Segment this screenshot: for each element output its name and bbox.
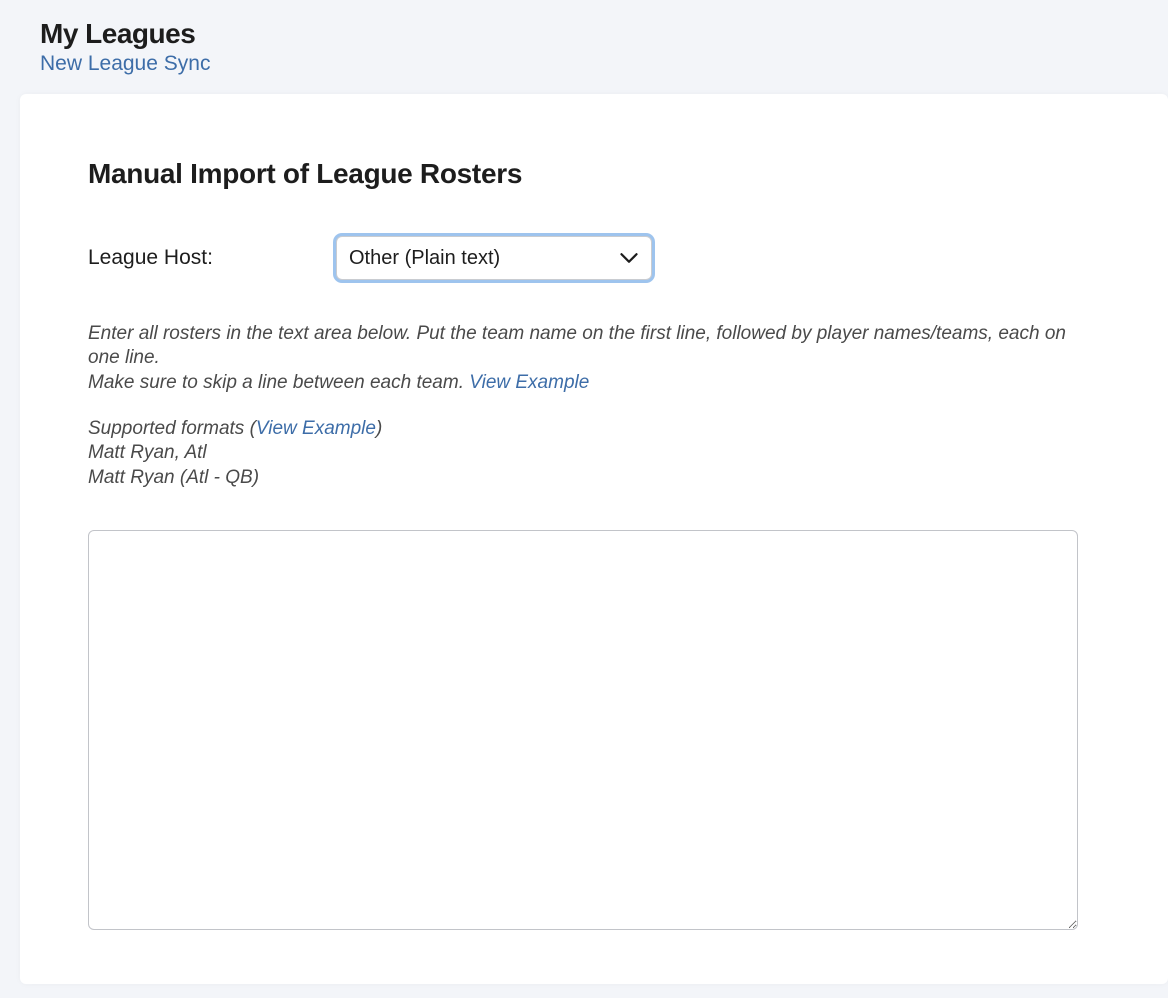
instructions-paragraph-2: Supported formats (View Example) Matt Ry… — [88, 417, 1100, 490]
league-host-label: League Host: — [88, 246, 336, 270]
page-header: My Leagues New League Sync — [0, 0, 1168, 86]
format-example-2: Matt Ryan (Atl - QB) — [88, 467, 259, 488]
formats-suffix: ) — [376, 418, 382, 439]
roster-textarea[interactable] — [88, 530, 1078, 930]
instructions-block: Enter all rosters in the text area below… — [88, 322, 1100, 490]
view-example-link-2[interactable]: View Example — [256, 418, 376, 439]
instructions-line1: Enter all rosters in the text area below… — [88, 323, 1066, 368]
league-host-select[interactable]: Other (Plain text) — [336, 236, 652, 280]
new-league-sync-link[interactable]: New League Sync — [40, 52, 210, 76]
page-title: My Leagues — [40, 18, 1168, 50]
instructions-paragraph-1: Enter all rosters in the text area below… — [88, 322, 1100, 395]
league-host-row: League Host: Other (Plain text) — [88, 236, 1100, 280]
card-heading: Manual Import of League Rosters — [88, 158, 1100, 190]
league-host-select-wrap: Other (Plain text) — [336, 236, 652, 280]
formats-prefix: Supported formats ( — [88, 418, 256, 439]
instructions-line2-prefix: Make sure to skip a line between each te… — [88, 372, 469, 393]
view-example-link-1[interactable]: View Example — [469, 372, 589, 393]
format-example-1: Matt Ryan, Atl — [88, 442, 207, 463]
import-card: Manual Import of League Rosters League H… — [20, 94, 1168, 984]
